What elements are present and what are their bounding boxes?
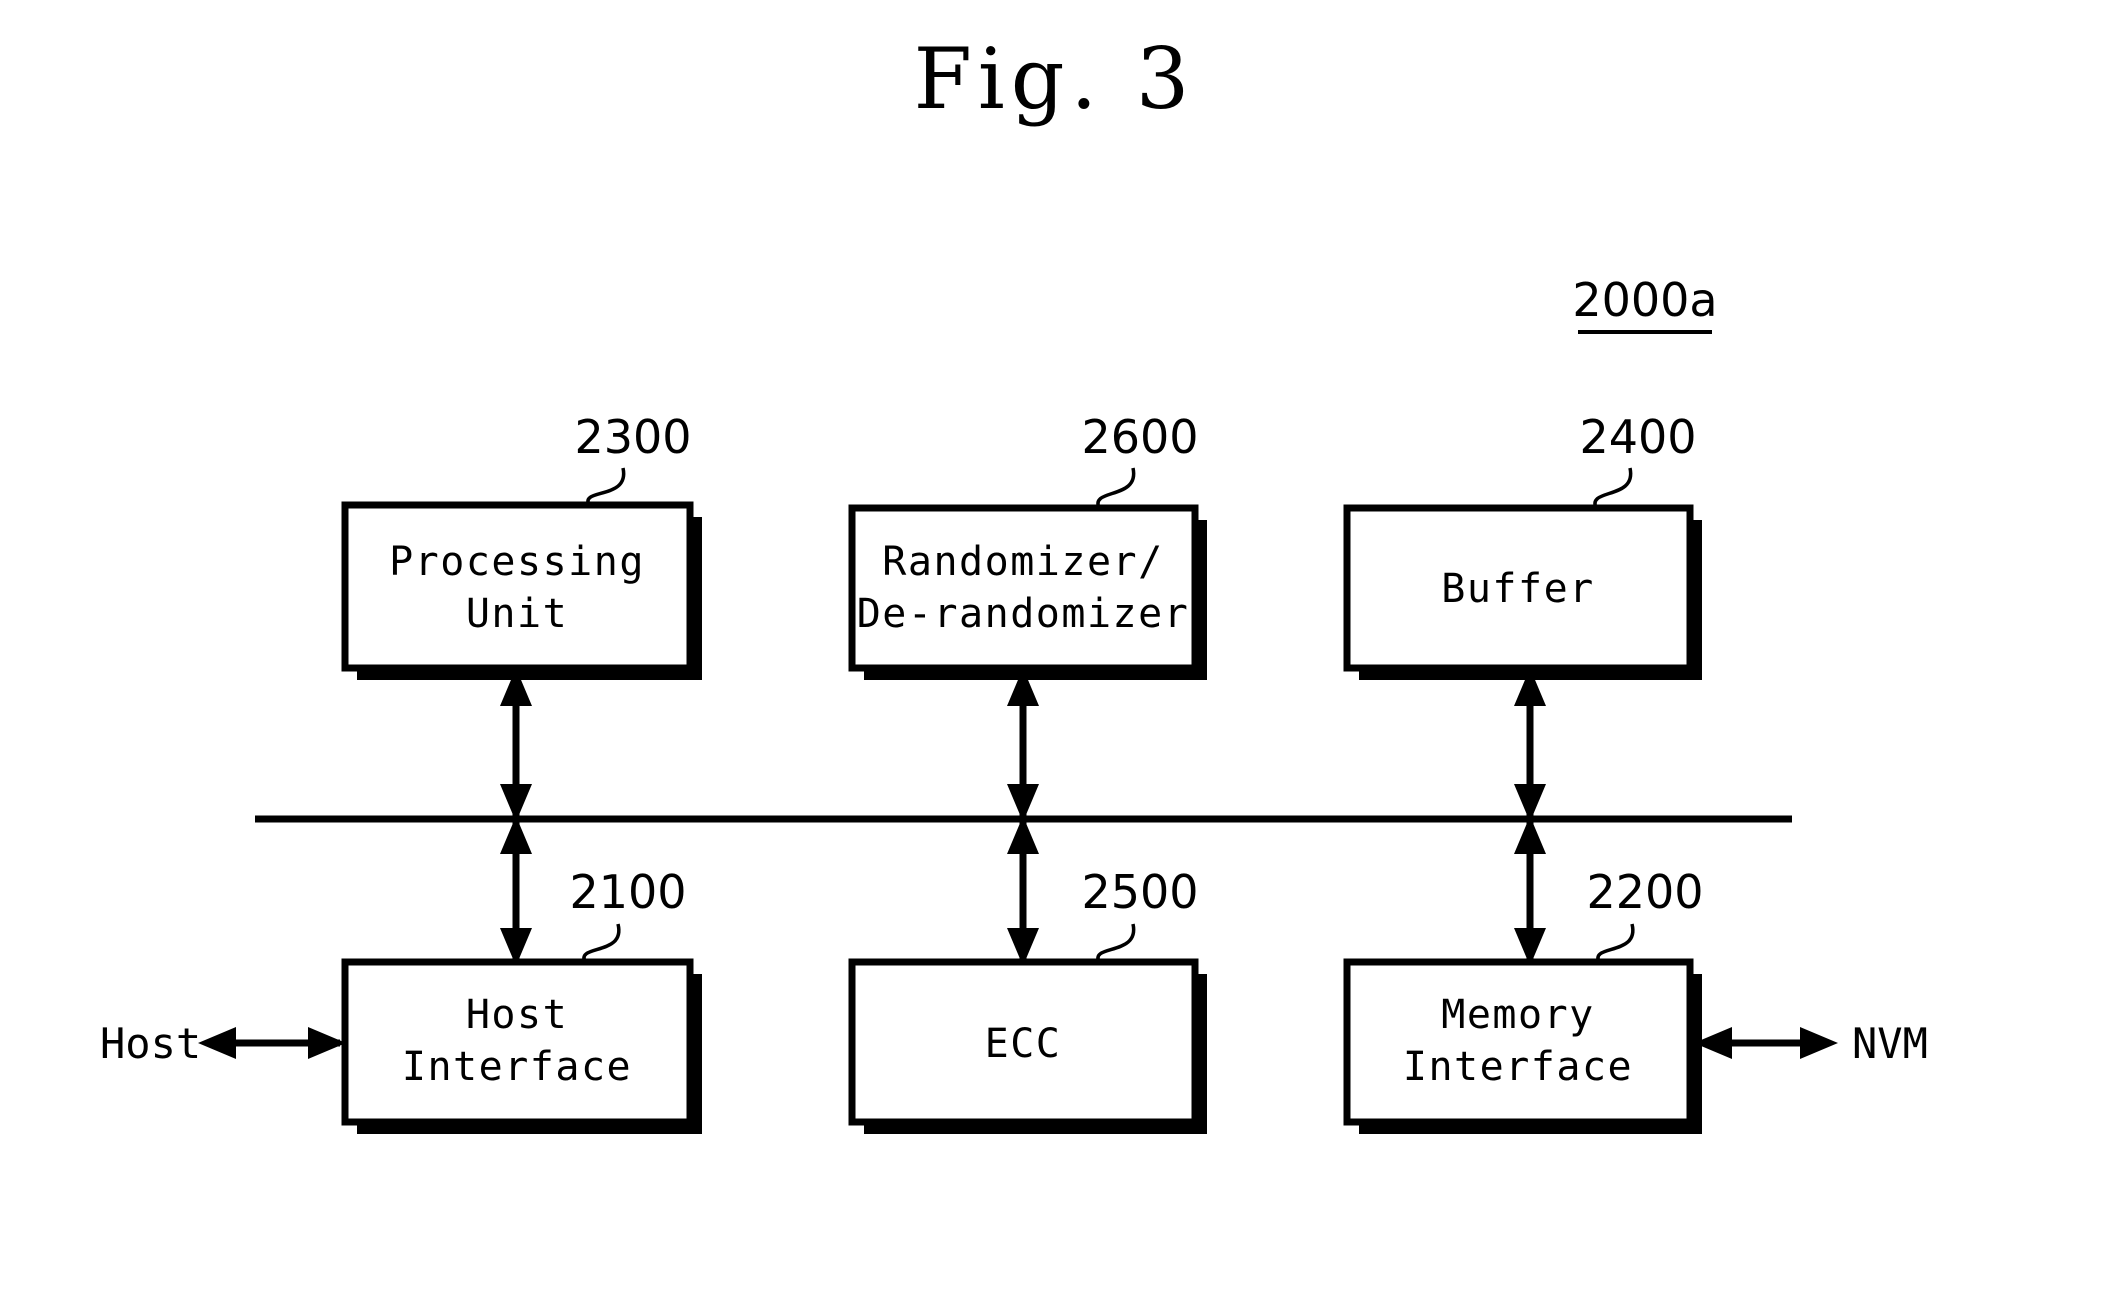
arrowhead-nvm-right	[1800, 1027, 1838, 1059]
patent-figure-page: Fig. 3 2000a Processing Unit 2300 Host I…	[0, 0, 2109, 1316]
processing-unit-label-line-1: Processing	[389, 539, 645, 585]
block-ecc[interactable]: ECC	[848, 958, 1207, 1134]
leader-line-2200	[1596, 923, 1635, 963]
ref-number-2400: 2400	[1579, 410, 1696, 464]
host-connection	[198, 1027, 346, 1059]
memory-interface-box	[1343, 958, 1694, 1126]
external-label-nvm: NVM	[1852, 1019, 1928, 1068]
randomizer-label-line-2: De-randomizer	[857, 591, 1190, 637]
leader-line-2300	[586, 467, 626, 506]
arrowhead-host-right	[308, 1027, 346, 1059]
ref-2100-group: 2100	[569, 865, 687, 963]
ref-number-2600: 2600	[1081, 410, 1198, 464]
arrow-bus-host-interface	[500, 816, 532, 966]
randomizer-box	[848, 504, 1199, 672]
processing-unit-box	[341, 501, 694, 672]
ref-number-2300: 2300	[574, 410, 691, 464]
randomizer-label-line-1: Randomizer/	[882, 539, 1163, 585]
ref-number-2100: 2100	[569, 865, 686, 919]
block-memory-interface[interactable]: Memory Interface	[1343, 958, 1702, 1134]
buffer-label: Buffer	[1441, 566, 1595, 612]
ref-2600-group: 2600	[1081, 410, 1199, 509]
arrowhead-host-left	[198, 1027, 236, 1059]
host-interface-label-line-1: Host	[466, 992, 568, 1038]
ref-2300-group: 2300	[574, 410, 692, 506]
system-label-group: 2000a	[1572, 273, 1718, 334]
arrow-randomizer-bus	[1007, 668, 1039, 822]
leader-line-2100	[582, 923, 621, 963]
block-randomizer[interactable]: Randomizer/ De-randomizer	[848, 504, 1207, 680]
leader-line-2600	[1096, 467, 1136, 509]
memory-interface-label-line-2: Interface	[1403, 1044, 1633, 1090]
host-interface-label-line-2: Interface	[402, 1044, 632, 1090]
block-buffer[interactable]: Buffer	[1343, 504, 1702, 680]
ref-number-2200: 2200	[1586, 865, 1703, 919]
arrow-bus-ecc	[1007, 816, 1039, 966]
ref-2200-group: 2200	[1586, 865, 1704, 963]
processing-unit-label-line-2: Unit	[466, 591, 568, 637]
system-label-text: 2000a	[1572, 273, 1717, 327]
nvm-connection	[1694, 1027, 1838, 1059]
ecc-label: ECC	[985, 1021, 1062, 1067]
arrow-bus-memory-interface	[1514, 816, 1546, 966]
block-host-interface[interactable]: Host Interface	[341, 958, 702, 1134]
host-interface-box	[341, 958, 694, 1126]
block-processing-unit[interactable]: Processing Unit	[341, 501, 702, 680]
leader-line-2400	[1593, 467, 1633, 509]
ref-2400-group: 2400	[1579, 410, 1697, 509]
block-diagram: 2000a Processing Unit 2300 Host Interfac…	[100, 273, 1928, 1134]
leader-line-2500	[1096, 923, 1136, 963]
external-label-host: Host	[100, 1019, 201, 1068]
arrow-buffer-bus	[1514, 668, 1546, 822]
ref-2500-group: 2500	[1081, 865, 1199, 963]
ref-number-2500: 2500	[1081, 865, 1198, 919]
memory-interface-label-line-1: Memory	[1441, 992, 1595, 1038]
arrow-processing-unit-bus	[500, 668, 532, 822]
